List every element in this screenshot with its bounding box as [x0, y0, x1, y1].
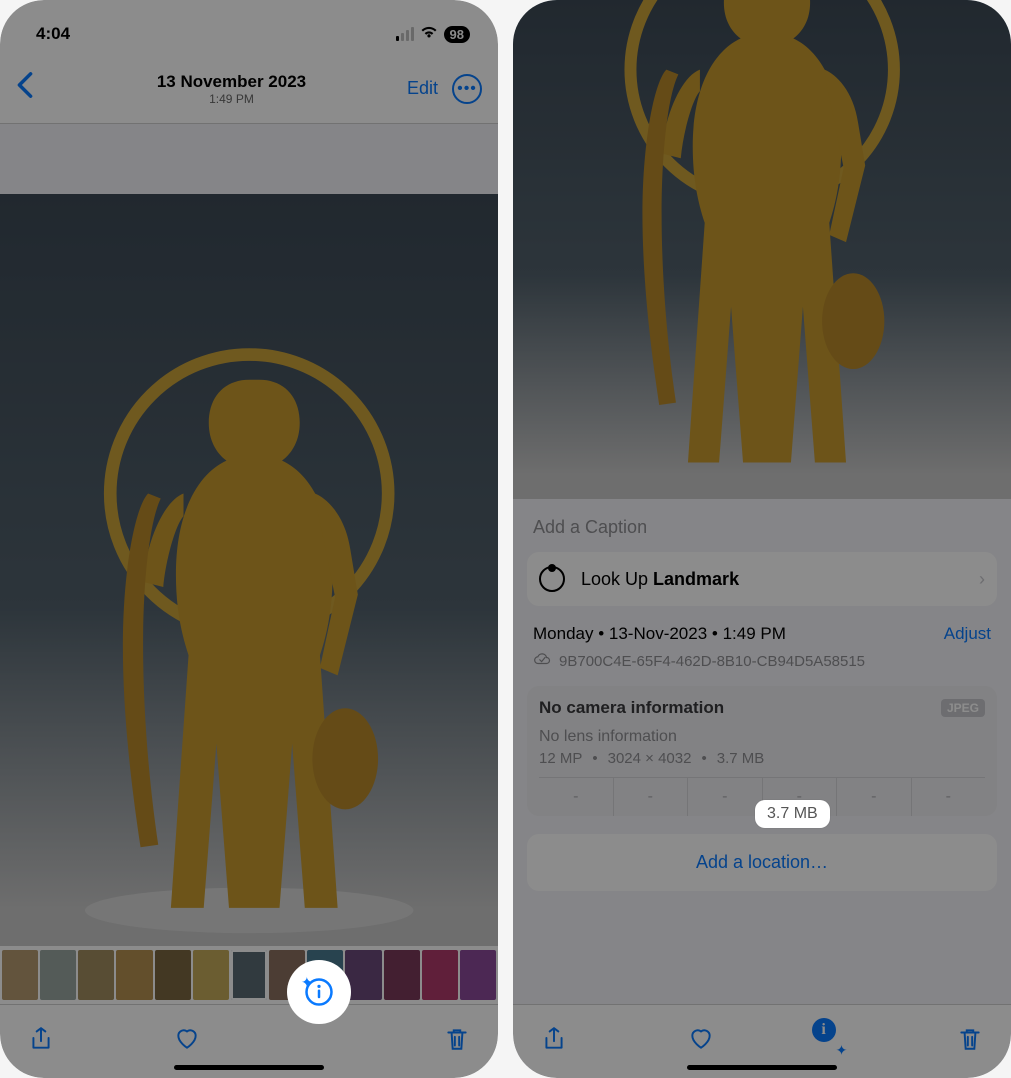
photo-top-pad [0, 124, 498, 194]
no-camera-label: No camera information [539, 698, 724, 718]
sparkle-icon: ✦ [301, 974, 313, 991]
lookup-subject: Landmark [653, 569, 739, 589]
add-location-button[interactable]: Add a location… [527, 834, 997, 891]
chevron-right-icon: › [979, 569, 985, 590]
share-icon[interactable] [28, 1026, 54, 1057]
lookup-text: Look Up Landmark [581, 569, 963, 590]
thumb[interactable] [155, 950, 191, 1000]
heart-icon[interactable] [688, 1026, 714, 1057]
landmark-icon [539, 566, 565, 592]
phone-left: 4:04 98 13 November 2023 1:49 PM Edit ••… [0, 0, 498, 1078]
trash-icon[interactable] [444, 1026, 470, 1057]
photo-viewer[interactable] [0, 194, 498, 946]
home-indicator[interactable] [174, 1065, 324, 1070]
share-icon[interactable] [541, 1026, 567, 1057]
info-button-highlight[interactable]: ✦ [287, 960, 351, 1024]
heart-icon[interactable] [174, 1026, 200, 1057]
no-lens-label: No lens information [539, 718, 985, 746]
thumb[interactable] [78, 950, 114, 1000]
thumb[interactable] [40, 950, 76, 1000]
more-button[interactable]: ••• [452, 74, 482, 104]
thumb[interactable] [193, 950, 229, 1000]
dims-label: 3024 × 4032 [608, 750, 692, 767]
trash-icon[interactable] [957, 1026, 983, 1057]
thumbnail-strip[interactable] [0, 946, 498, 1004]
thumb[interactable] [2, 950, 38, 1000]
nav-bar: 13 November 2023 1:49 PM Edit ••• [0, 54, 498, 124]
camera-card: No camera information JPEG No lens infor… [527, 686, 997, 816]
status-time: 4:04 [36, 24, 70, 44]
cellular-icon [396, 27, 414, 41]
phone-right: Add a Caption Look Up Landmark › Monday … [513, 0, 1011, 1078]
adjust-button[interactable]: Adjust [944, 624, 991, 644]
thumb[interactable] [422, 950, 458, 1000]
size-highlight: 3.7 MB [755, 800, 830, 828]
photo-content [513, 0, 1011, 489]
photo-preview[interactable] [513, 0, 1011, 499]
edit-button[interactable]: Edit [407, 78, 438, 99]
nav-time: 1:49 PM [56, 92, 407, 106]
thumb[interactable] [460, 950, 496, 1000]
nav-date: 13 November 2023 [56, 72, 407, 92]
status-bar: 4:04 98 [0, 0, 498, 54]
meta-uuid: 9B700C4E-65F4-462D-8B10-CB94D5A58515 [559, 653, 865, 670]
caption-input[interactable]: Add a Caption [527, 499, 997, 552]
home-indicator[interactable] [687, 1065, 837, 1070]
cloud-icon [533, 650, 551, 672]
lookup-card[interactable]: Look Up Landmark › [527, 552, 997, 606]
wifi-icon [420, 25, 438, 44]
meta-datetime: Monday • 13-Nov-2023 • 1:49 PM [533, 624, 786, 644]
thumb[interactable] [384, 950, 420, 1000]
battery-pill: 98 [444, 26, 470, 43]
info-sheet: Add a Caption Look Up Landmark › Monday … [513, 499, 1011, 1078]
photo-content [0, 304, 498, 936]
format-badge: JPEG [941, 699, 985, 717]
size-label: 3.7 MB [717, 750, 765, 767]
back-button[interactable] [16, 71, 56, 107]
lookup-prefix: Look Up [581, 569, 653, 589]
sparkle-icon: ✦ [836, 1042, 848, 1059]
thumb[interactable] [116, 950, 152, 1000]
thumb-selected[interactable] [231, 950, 267, 1000]
mp-label: 12 MP [539, 750, 582, 767]
